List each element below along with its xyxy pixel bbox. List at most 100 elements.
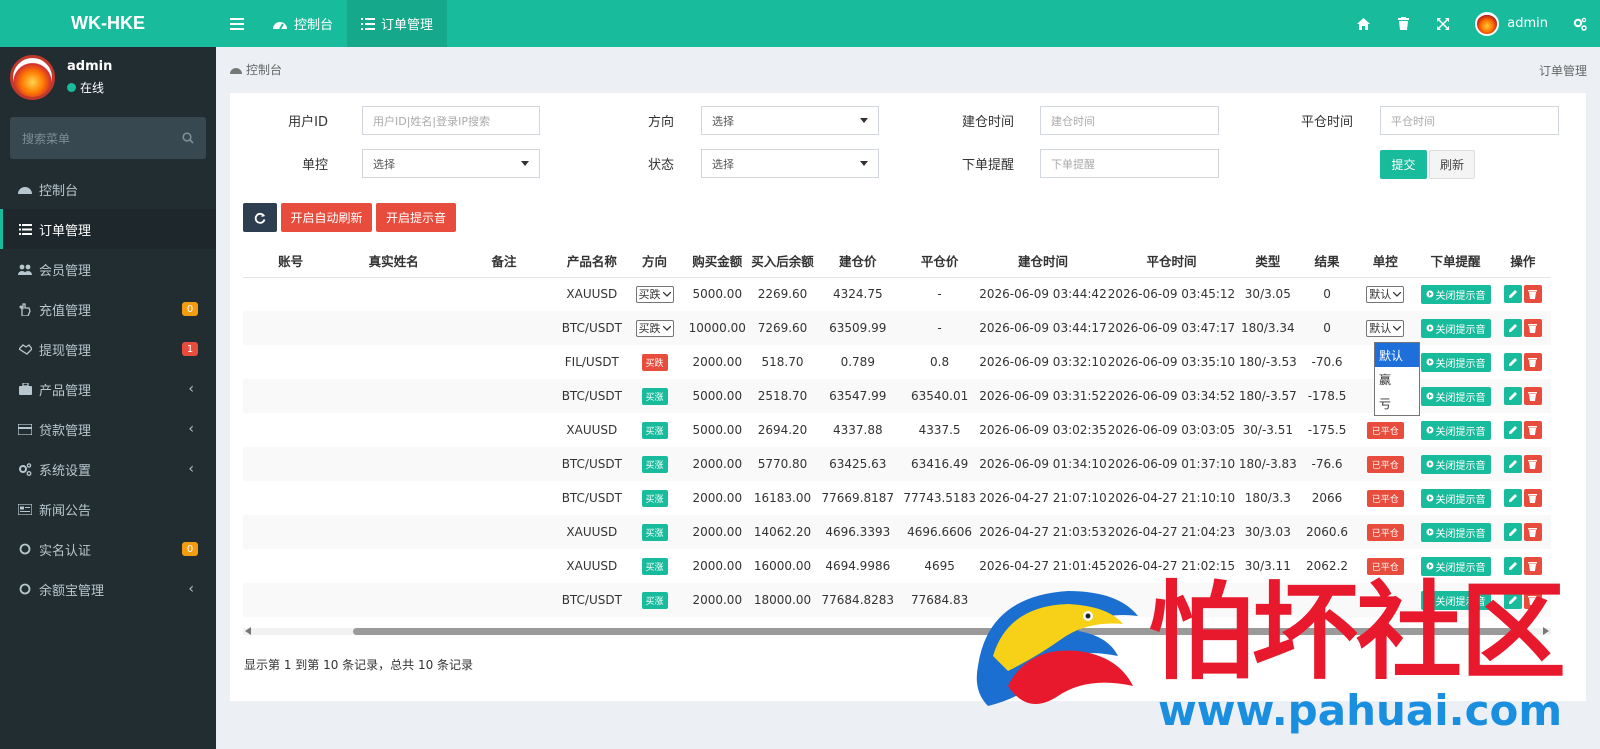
- tab-order-management[interactable]: 订单管理: [347, 0, 448, 47]
- close-alert-sound-button[interactable]: 关闭提示音: [1420, 488, 1491, 508]
- column-header[interactable]: 备注: [448, 245, 560, 278]
- user-menu[interactable]: admin: [1463, 11, 1560, 36]
- column-header[interactable]: 账号: [243, 245, 339, 278]
- direction-select[interactable]: 买跌: [635, 319, 674, 337]
- cell-order-alert[interactable]: 关闭提示音: [1416, 413, 1494, 447]
- sidebar-item-settings[interactable]: 系统设置 ‹: [0, 449, 216, 489]
- edit-button[interactable]: [1503, 285, 1522, 304]
- cell-actions[interactable]: [1494, 447, 1551, 481]
- close-alert-sound-button[interactable]: 关闭提示音: [1420, 454, 1491, 474]
- home-button[interactable]: [1343, 0, 1383, 47]
- edit-button[interactable]: [1503, 319, 1522, 337]
- edit-button[interactable]: [1503, 353, 1522, 371]
- control-select[interactable]: 选择: [362, 149, 540, 178]
- column-header[interactable]: 真实姓名: [338, 245, 449, 278]
- cell-actions[interactable]: [1494, 379, 1551, 413]
- app-logo[interactable]: WK-HKE: [0, 0, 216, 47]
- column-header[interactable]: 方向: [624, 245, 685, 278]
- edit-button[interactable]: [1503, 421, 1522, 439]
- dropdown-option[interactable]: 赢: [1375, 367, 1419, 391]
- open-time-input[interactable]: 建仓时间: [1040, 106, 1219, 135]
- control-dropdown-list[interactable]: 默认赢亏: [1374, 342, 1420, 416]
- order-alert-input[interactable]: 下单提醒: [1040, 149, 1219, 178]
- edit-button[interactable]: [1503, 455, 1522, 473]
- column-header[interactable]: 下单提醒: [1416, 245, 1495, 278]
- sidebar-item-dashboard[interactable]: 控制台: [0, 169, 216, 209]
- auto-refresh-button[interactable]: 开启自动刷新: [281, 203, 372, 232]
- cell-actions[interactable]: [1494, 515, 1551, 549]
- sidebar-item-loans[interactable]: 贷款管理 ‹: [0, 409, 216, 449]
- cell-direction[interactable]: 买跌: [624, 277, 684, 311]
- cell-order-alert[interactable]: 关闭提示音: [1416, 447, 1495, 481]
- cell-order-alert[interactable]: 关闭提示音: [1416, 515, 1495, 549]
- sidebar-item-orders[interactable]: 订单管理: [0, 209, 216, 249]
- control-select[interactable]: 默认: [1366, 319, 1405, 337]
- column-header[interactable]: 平仓时间: [1107, 245, 1236, 278]
- breadcrumb[interactable]: 控制台: [230, 61, 282, 78]
- reload-button[interactable]: [243, 203, 277, 232]
- sound-alert-button[interactable]: 开启提示音: [376, 203, 456, 232]
- control-select[interactable]: 默认: [1366, 285, 1405, 303]
- column-header[interactable]: 建仓价: [815, 245, 901, 278]
- settings-button[interactable]: [1560, 0, 1600, 47]
- cell-control[interactable]: 默认: [1354, 311, 1417, 345]
- column-header[interactable]: 单控: [1354, 245, 1417, 278]
- sidebar-toggle-button[interactable]: [216, 0, 258, 47]
- delete-button[interactable]: [1523, 353, 1542, 371]
- edit-button[interactable]: [1503, 387, 1522, 405]
- column-header[interactable]: 结果: [1299, 245, 1355, 278]
- delete-button[interactable]: [1523, 285, 1542, 304]
- close-alert-sound-button[interactable]: 关闭提示音: [1420, 386, 1491, 406]
- cell-order-alert[interactable]: 关闭提示音: [1416, 311, 1495, 345]
- delete-button[interactable]: [1523, 523, 1542, 541]
- delete-button[interactable]: [1523, 455, 1542, 473]
- edit-button[interactable]: [1503, 489, 1522, 507]
- close-alert-sound-button[interactable]: 关闭提示音: [1420, 318, 1491, 338]
- cell-direction[interactable]: 买跌: [624, 311, 685, 345]
- fullscreen-button[interactable]: [1423, 0, 1463, 47]
- close-time-input[interactable]: 平仓时间: [1380, 106, 1559, 135]
- direction-select[interactable]: 选择: [701, 106, 879, 135]
- cell-actions[interactable]: [1495, 345, 1551, 379]
- refresh-form-button[interactable]: 刷新: [1429, 150, 1475, 179]
- column-header[interactable]: 建仓时间: [978, 245, 1108, 278]
- sidebar-item-verification[interactable]: 实名认证 0: [0, 529, 216, 569]
- cell-actions[interactable]: [1495, 277, 1551, 311]
- sidebar-item-recharge[interactable]: 充值管理 0: [0, 289, 216, 329]
- dropdown-option[interactable]: 默认: [1375, 343, 1419, 367]
- close-alert-sound-button[interactable]: 关闭提示音: [1420, 420, 1491, 440]
- sidebar-search-input[interactable]: 搜索菜单: [10, 117, 206, 159]
- close-alert-sound-button[interactable]: 关闭提示音: [1420, 352, 1491, 372]
- cell-order-alert[interactable]: 关闭提示音: [1416, 481, 1494, 515]
- sidebar-item-yuebao[interactable]: 余额宝管理 ‹: [0, 569, 216, 609]
- delete-button[interactable]: [1523, 319, 1542, 337]
- cell-order-alert[interactable]: 关闭提示音: [1416, 379, 1495, 413]
- tab-dashboard[interactable]: 控制台: [258, 0, 347, 47]
- column-header[interactable]: 产品名称: [559, 245, 625, 278]
- user-id-input[interactable]: 用户ID|姓名|登录IP搜索: [362, 106, 540, 135]
- status-select[interactable]: 选择: [701, 149, 879, 178]
- dropdown-option[interactable]: 亏: [1375, 391, 1419, 415]
- clear-cache-button[interactable]: [1383, 0, 1423, 47]
- delete-button[interactable]: [1523, 421, 1542, 439]
- delete-button[interactable]: [1523, 489, 1542, 507]
- sidebar-item-members[interactable]: 会员管理: [0, 249, 216, 289]
- cell-control[interactable]: 默认: [1354, 277, 1416, 311]
- cell-order-alert[interactable]: 关闭提示音: [1416, 345, 1494, 379]
- column-header[interactable]: 操作: [1494, 245, 1551, 278]
- delete-button[interactable]: [1523, 387, 1542, 405]
- sidebar-item-news[interactable]: 新闻公告: [0, 489, 216, 529]
- sidebar-item-products[interactable]: 产品管理 ‹: [0, 369, 216, 409]
- cell-actions[interactable]: [1494, 311, 1551, 345]
- column-header[interactable]: 购买金额: [684, 245, 750, 278]
- column-header[interactable]: 买入后余额: [749, 245, 816, 278]
- column-header[interactable]: 平仓价: [900, 245, 979, 278]
- cell-order-alert[interactable]: 关闭提示音: [1416, 277, 1494, 311]
- edit-button[interactable]: [1503, 523, 1522, 541]
- close-alert-sound-button[interactable]: 关闭提示音: [1420, 284, 1491, 304]
- submit-button[interactable]: 提交: [1380, 150, 1427, 179]
- column-header[interactable]: 类型: [1235, 245, 1300, 278]
- cell-actions[interactable]: [1495, 481, 1551, 515]
- close-alert-sound-button[interactable]: 关闭提示音: [1420, 522, 1491, 542]
- sidebar-item-withdraw[interactable]: 提现管理 1: [0, 329, 216, 369]
